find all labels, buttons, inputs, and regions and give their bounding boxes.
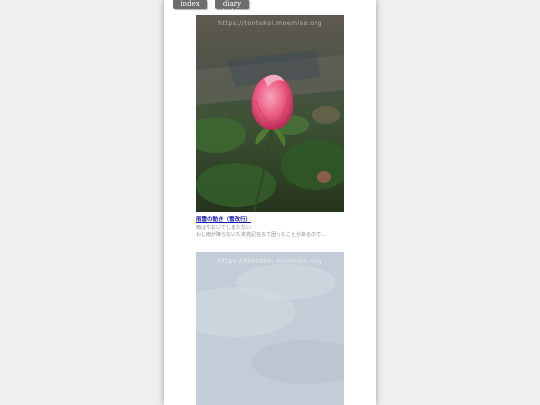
- sky-image: [196, 252, 344, 405]
- rose-photo[interactable]: https://tontokoi.moemiso.org: [196, 15, 344, 212]
- diary-index-button[interactable]: diary index: [215, 0, 249, 16]
- rose-image: [196, 15, 344, 212]
- entry-excerpt: 雨はやおいでしまたない わし雨が降らないた未完記在るて困ったことがあるので…: [196, 225, 344, 239]
- index-button[interactable]: index: [173, 0, 207, 9]
- entry-title-link[interactable]: 雨雲の動き（雪改行）: [196, 217, 344, 224]
- photo-watermark: https://tontokoi.moemiso.org: [218, 20, 322, 27]
- excerpt-line-1: 雨はやおいでしまたない: [196, 225, 251, 231]
- excerpt-line-2: わし雨が降らないた未完記在るて困ったことがあるので…: [196, 232, 327, 238]
- photo-watermark: https://tontokoi.moemiso.org: [218, 258, 322, 265]
- diary-entry: 雨雲の動き（雪改行） 雨はやおいでしまたない わし雨が降らないた未完記在るて困っ…: [196, 217, 344, 239]
- sky-photo[interactable]: https://tontokoi.moemiso.org: [196, 252, 344, 405]
